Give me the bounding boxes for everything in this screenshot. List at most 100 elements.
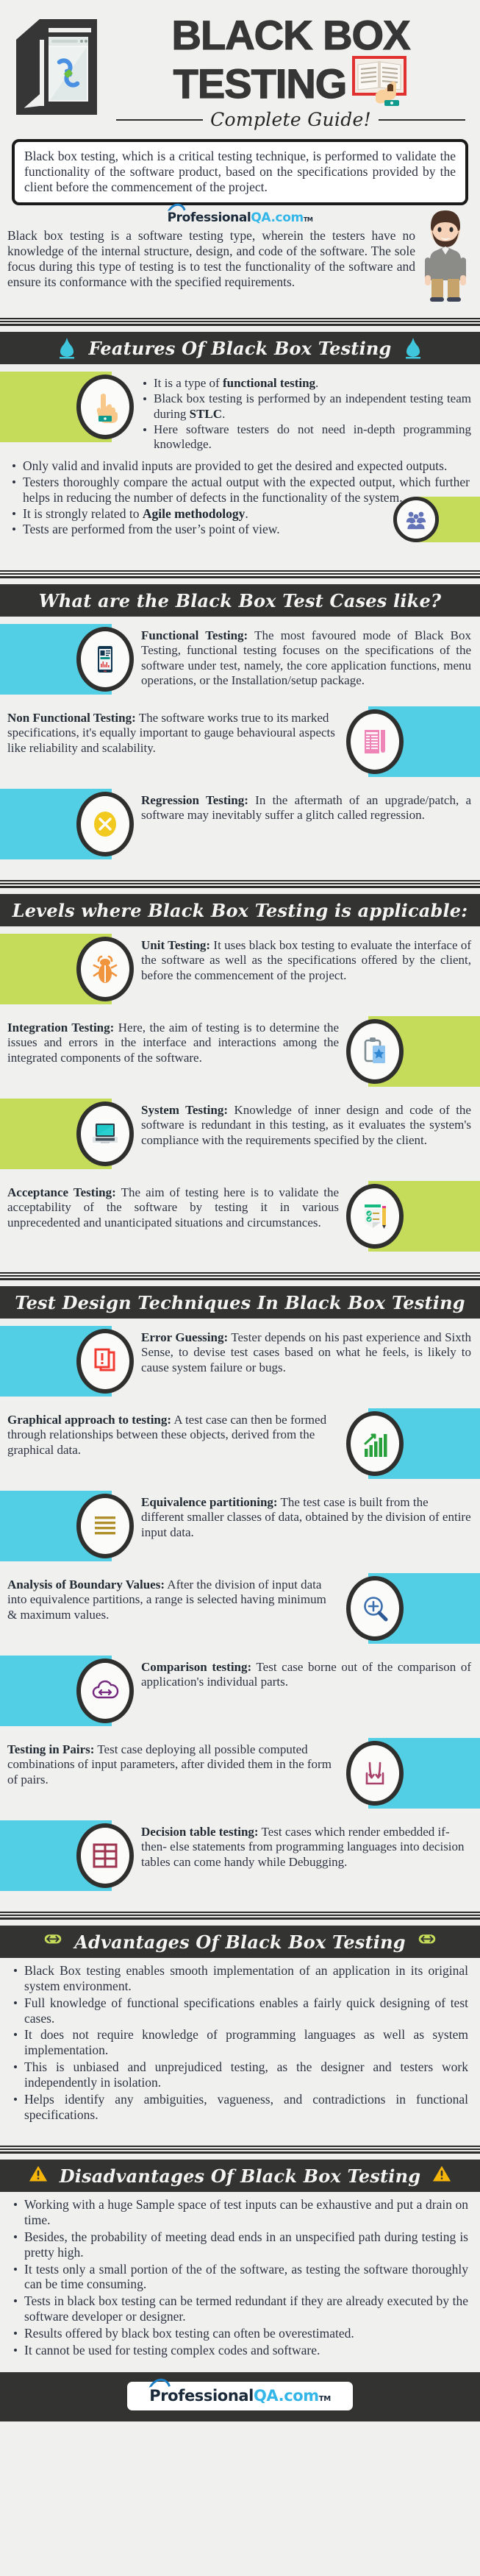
page-footer: Professional QA.com TM [0, 2372, 480, 2422]
footer-logo-accent-text: QA.com [253, 2387, 319, 2405]
test-case-label: Non Functional Testing: [7, 711, 136, 725]
technique-row: Testing in Pairs: Test case deploying al… [0, 1738, 480, 1809]
page-title-line2: Testing [173, 60, 348, 107]
bearded-man-illustration [418, 207, 473, 302]
technique-text: Comparison testing: Test case borne out … [112, 1656, 480, 1694]
accent-band-cyan [0, 1656, 134, 1727]
level-row: Acceptance Testing: The aim of testing h… [0, 1181, 480, 1252]
accent-band-cyan [346, 706, 480, 778]
infographic-page: Black Box Testing [0, 0, 480, 2576]
logo-tm: TM [303, 216, 313, 224]
disadvantage-bullet: It cannot be used for testing complex co… [12, 2343, 468, 2358]
test-case-label: Regression Testing: [141, 793, 248, 808]
section-header-advantages: Advantages Of Black Box Testing [0, 1926, 480, 1959]
yellow-x-circle-icon [76, 792, 134, 857]
disadvantage-bullet: Results offered by black box testing can… [12, 2326, 468, 2341]
technique-label: Decision table testing: [141, 1825, 259, 1839]
level-text: Integration Testing: Here, the aim of te… [0, 1016, 368, 1070]
accent-band-green [0, 372, 134, 443]
level-row: System Testing: Knowledge of inner desig… [0, 1099, 480, 1170]
accent-band-cyan [0, 1326, 134, 1397]
feature-bullet: Black box testing is performed by an ind… [141, 391, 471, 421]
technique-row: Comparison testing: Test case borne out … [0, 1656, 480, 1727]
level-text: Acceptance Testing: The aim of testing h… [0, 1181, 368, 1235]
intro-paragraph-text: Black box testing is a software testing … [7, 228, 415, 290]
flame-drop-icon [404, 337, 423, 359]
technique-row: Analysis of Boundary Values: After the d… [0, 1573, 480, 1644]
section-divider [0, 880, 480, 889]
advantages-list: Black Box testing enables smooth impleme… [0, 1958, 480, 2129]
title-line2-row: Testing [112, 54, 470, 107]
page-title-line1: Black Box [171, 12, 411, 58]
orange-bug-icon [76, 937, 134, 1002]
section-header-techniques: Test Design Techniques In Black Box Test… [0, 1286, 480, 1319]
page-subtitle: Complete Guide! [210, 109, 371, 131]
test-case-row: Functional Testing: The most favoured mo… [0, 624, 480, 695]
down-arrows-box-icon [346, 1741, 404, 1806]
accent-band-green [393, 497, 480, 543]
level-label: Integration Testing: [7, 1021, 115, 1035]
test-case-label: Functional Testing: [141, 628, 248, 643]
section-header-test-cases: What are the Black Box Test Cases like? [0, 584, 480, 617]
laptop-icon [76, 1101, 134, 1167]
checklist-pencil-icon [346, 1184, 404, 1249]
cloud-arrows-icon [76, 1658, 134, 1724]
disadvantages-list: Working with a huge Sample space of test… [0, 2192, 480, 2365]
disadvantage-bullet: Tests in black box testing can be termed… [12, 2293, 468, 2324]
magnifier-plus-icon [346, 1576, 404, 1642]
test-case-text: Regression Testing: In the aftermath of … [112, 789, 480, 827]
section-header-features: Features Of Black Box Testing [0, 332, 480, 365]
brand-logo-footer[interactable]: Professional QA.com TM [127, 2375, 353, 2411]
section-title-features: Features Of Black Box Testing [88, 337, 392, 359]
section-title-advantages: Advantages Of Black Box Testing [74, 1931, 406, 1953]
technique-label: Error Guessing: [141, 1330, 229, 1345]
test-case-row: Non Functional Testing: The software wor… [0, 706, 480, 778]
section-divider [0, 1912, 480, 1920]
red-alert-docs-icon [76, 1329, 134, 1394]
open-book-hand-icon [351, 54, 408, 107]
page-header: Black Box Testing [0, 0, 480, 130]
subtitle-rule-left [116, 118, 204, 121]
accent-band-cyan [0, 624, 134, 695]
accent-band-cyan [0, 1491, 134, 1562]
technique-row: Graphical approach to testing: A test ca… [0, 1408, 480, 1480]
advantage-bullet: Full knowledge of functional specificati… [12, 1995, 468, 2026]
level-text: System Testing: Knowledge of inner desig… [112, 1099, 480, 1152]
accent-band-green [346, 1016, 480, 1087]
section-divider [0, 318, 480, 327]
section-divider [0, 570, 480, 579]
features-top-list: It is a type of functional testing. Blac… [112, 372, 480, 457]
accent-band-green [0, 1099, 134, 1170]
black-box-link-icon [10, 13, 104, 124]
technique-row: Decision table testing: Test cases which… [0, 1820, 480, 1892]
pink-document-icon [346, 709, 404, 775]
disadvantage-bullet: Besides, the probability of meeting dead… [12, 2229, 468, 2260]
level-label: Unit Testing: [141, 938, 211, 953]
green-double-arrow-icon [43, 1931, 62, 1953]
technique-row: Equivalence partitioning: The test case … [0, 1491, 480, 1562]
level-label: Acceptance Testing: [7, 1185, 116, 1200]
green-bar-chart-icon [346, 1411, 404, 1477]
test-case-row: Regression Testing: In the aftermath of … [0, 789, 480, 860]
technique-label: Analysis of Boundary Values: [7, 1578, 165, 1592]
table-grid-icon [76, 1823, 134, 1889]
feature-bullet: It is a type of functional testing. [141, 376, 471, 391]
accent-band-green [346, 1181, 480, 1252]
feature-bullet: Here software testers do not need in-dep… [141, 422, 471, 452]
advantage-bullet: It does not require knowledge of program… [12, 2027, 468, 2058]
accent-band-green [0, 934, 134, 1005]
disadvantage-bullet: Working with a huge Sample space of test… [12, 2197, 468, 2228]
intro-paragraph-row: Black box testing is a software testing … [0, 210, 480, 302]
technique-label: Graphical approach to testing: [7, 1413, 172, 1427]
warning-triangle-icon [29, 2165, 48, 2187]
technique-text: Graphical approach to testing: A test ca… [0, 1408, 368, 1462]
accent-band-cyan [0, 1820, 134, 1892]
intro-callout-box: Black box testing, which is a critical t… [12, 139, 468, 206]
green-double-arrow-icon [418, 1931, 437, 1953]
level-text: Unit Testing: It uses black box testing … [112, 934, 480, 987]
level-label: System Testing: [141, 1103, 229, 1118]
mobile-chart-icon [76, 627, 134, 692]
accent-band-cyan [0, 789, 134, 860]
section-header-disadvantages: Disadvantages Of Black Box Testing [0, 2160, 480, 2193]
footer-logo-tm: TM [318, 2395, 331, 2404]
